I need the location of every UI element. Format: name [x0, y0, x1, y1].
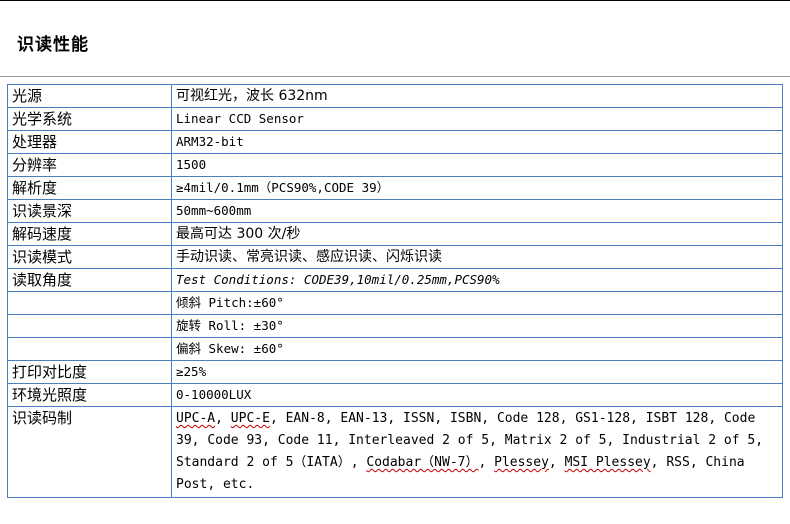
row-label — [7, 291, 172, 315]
row-label: 解析度 — [7, 176, 172, 200]
symbology-item: ISBN — [449, 411, 482, 426]
symbology-item: Industrial 2 of 5 — [622, 433, 756, 448]
row-label: 打印对比度 — [7, 360, 172, 384]
table-row: 读取角度 Test Conditions: CODE39,10mil/0.25m… — [7, 268, 783, 292]
table-row: 偏斜 Skew: ±60° — [7, 337, 783, 361]
symbology-item: MSI Plessey — [564, 455, 651, 470]
symbology-item: ISBT 128 — [645, 411, 709, 426]
table-row: 分辨率 1500 — [7, 153, 783, 177]
table-row: 旋转 Roll: ±30° — [7, 314, 783, 338]
symbology-item: EAN-8 — [285, 411, 325, 426]
table-row: 光源 可视红光，波长 632nm — [7, 84, 783, 108]
table-row: 打印对比度 ≥25% — [7, 360, 783, 384]
row-label: 识读模式 — [7, 245, 172, 269]
row-value: 50mm~600mm — [171, 199, 783, 223]
row-value: 0-10000LUX — [171, 383, 783, 407]
row-value: Test Conditions: CODE39,10mil/0.25mm,PCS… — [171, 268, 783, 292]
row-value: ARM32-bit — [171, 130, 783, 154]
symbology-item: UPC-A — [176, 411, 216, 426]
symbology-item: Plessey — [494, 455, 549, 470]
row-value: 旋转 Roll: ±30° — [171, 314, 783, 338]
row-value: ≥25% — [171, 360, 783, 384]
table-row: 倾斜 Pitch:±60° — [7, 291, 783, 315]
row-label: 光学系统 — [7, 107, 172, 131]
row-label: 解码速度 — [7, 222, 172, 246]
table-row-symbologies: 识读码制 UPC-A, UPC-E, EAN-8, EAN-13, ISSN, … — [7, 406, 783, 498]
symbology-item: Code 11 — [277, 433, 333, 448]
row-label: 识读码制 — [7, 406, 172, 498]
symbology-item: ISSN — [403, 411, 435, 426]
symbology-item: Standard 2 of 5（IATA） — [176, 455, 351, 470]
symbology-list: UPC-A, UPC-E, EAN-8, EAN-13, ISSN, ISBN,… — [171, 406, 783, 498]
row-label — [7, 337, 172, 361]
row-label: 读取角度 — [7, 268, 172, 292]
symbology-item: GS1-128 — [575, 411, 631, 426]
symbology-item: Code 128 — [496, 411, 560, 426]
symbology-item: Interleaved 2 of 5 — [348, 433, 490, 448]
symbology-item: Codabar（NW-7） — [366, 455, 479, 470]
row-label: 识读景深 — [7, 199, 172, 223]
table-row: 光学系统 Linear CCD Sensor — [7, 107, 783, 131]
row-label: 环境光照度 — [7, 383, 172, 407]
symbology-item: EAN-13 — [340, 411, 388, 426]
row-value: 可视红光，波长 632nm — [171, 84, 783, 108]
row-value: ≥4mil/0.1mm（PCS90%,CODE 39） — [171, 176, 783, 200]
row-value: 手动识读、常亮识读、感应识读、闪烁识读 — [171, 245, 783, 269]
table-row: 识读景深 50mm~600mm — [7, 199, 783, 223]
table-row: 解析度 ≥4mil/0.1mm（PCS90%,CODE 39） — [7, 176, 783, 200]
spec-table: 光源 可视红光，波长 632nm 光学系统 Linear CCD Sensor … — [7, 84, 783, 498]
row-label: 分辨率 — [7, 153, 172, 177]
row-label: 光源 — [7, 84, 172, 108]
table-row: 解码速度 最高可达 300 次/秒 — [7, 222, 783, 246]
symbology-item: UPC-E — [230, 411, 270, 426]
symbology-item: Code 93 — [207, 433, 263, 448]
row-value: Linear CCD Sensor — [171, 107, 783, 131]
table-row: 处理器 ARM32-bit — [7, 130, 783, 154]
row-value: 最高可达 300 次/秒 — [171, 222, 783, 246]
row-value: 偏斜 Skew: ±60° — [171, 337, 783, 361]
heading-divider — [0, 76, 790, 77]
section-heading: 识读性能 — [17, 35, 89, 55]
symbology-item: etc. — [222, 477, 255, 492]
row-label: 处理器 — [7, 130, 172, 154]
symbology-item: Matrix 2 of 5 — [504, 433, 607, 448]
row-value: 1500 — [171, 153, 783, 177]
table-row: 识读模式 手动识读、常亮识读、感应识读、闪烁识读 — [7, 245, 783, 269]
row-value: 倾斜 Pitch:±60° — [171, 291, 783, 315]
symbology-item: RSS — [666, 455, 690, 470]
top-border-line — [0, 0, 790, 1]
row-label — [7, 314, 172, 338]
table-row: 环境光照度 0-10000LUX — [7, 383, 783, 407]
